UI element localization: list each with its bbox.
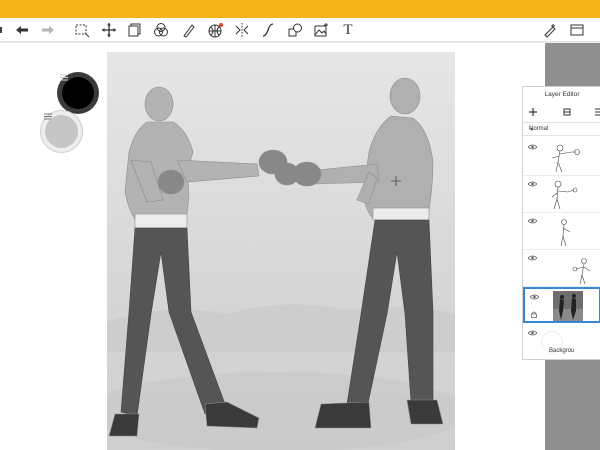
boxers-photo [107,52,455,450]
add-layer-icon[interactable] [529,108,537,116]
symmetry-icon[interactable] [232,20,252,40]
layer-item[interactable] [523,213,600,250]
visibility-eye-icon[interactable] [528,181,537,187]
transform-icon[interactable] [99,20,119,40]
window-icon[interactable] [567,20,587,40]
layer-thumbnail [551,180,578,210]
shapes-icon[interactable] [285,20,305,40]
blend-mode-select[interactable]: Normal ▼ [523,122,600,136]
toolbar: T [0,18,600,42]
layer-item-background[interactable]: Backgrou [523,325,600,361]
layer-thumbnail [572,258,591,284]
layers-icon[interactable] [125,20,145,40]
layer-item[interactable] [523,139,600,176]
panel-title: Layer Editor [544,91,580,98]
layer-item-selected[interactable] [523,287,600,323]
layer-thumbnail [551,144,580,173]
visibility-eye-icon[interactable] [528,255,537,261]
secondary-color-puck[interactable] [40,110,83,153]
layer-item[interactable] [523,176,600,213]
lock-icon[interactable] [531,311,537,318]
visibility-eye-icon[interactable] [528,330,537,336]
primary-color-puck[interactable] [57,72,99,114]
layer-thumbnail-photo [553,291,583,321]
merge-layer-icon[interactable] [563,108,571,116]
text-icon: T [343,21,353,38]
layer-item[interactable] [523,250,600,287]
pen-settings-icon[interactable] [540,20,560,40]
background-layer-label: Backgrou [549,348,575,354]
chevron-down-icon: ▼ [529,127,534,133]
color-icon[interactable] [151,20,171,40]
undo-icon[interactable] [12,20,32,40]
layer-tools [523,104,600,120]
visibility-eye-icon[interactable] [528,144,537,150]
text-tool-button[interactable]: T [338,20,358,40]
redo-icon[interactable] [38,20,58,40]
app-title-bar [0,0,600,18]
drawing-canvas[interactable] [107,52,455,450]
layer-thumbnail [560,219,571,247]
layer-editor-panel: Layer Editor Normal ▼ Backgrou [522,86,600,360]
image-icon[interactable] [311,20,331,40]
visibility-eye-icon[interactable] [530,294,539,300]
select-icon[interactable] [72,20,92,40]
curve-icon[interactable] [258,20,278,40]
layer-menu-icon[interactable] [595,108,600,116]
visibility-eye-icon[interactable] [528,218,537,224]
brush-icon[interactable] [178,20,198,40]
grid-icon[interactable] [205,20,225,40]
